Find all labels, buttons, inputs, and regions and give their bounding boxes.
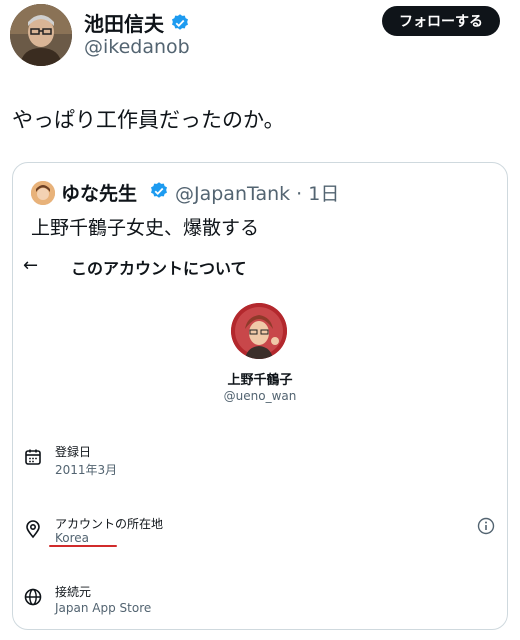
globe-icon [24, 588, 42, 606]
location-pin-icon [26, 520, 40, 539]
back-arrow-icon: ← [23, 255, 39, 276]
tweet-header: 池田信夫 @ikedanob フォローする [0, 0, 520, 70]
about-title: このアカウントについて [71, 259, 247, 278]
location-label: アカウントの所在地 [55, 517, 164, 531]
quoted-tweet-card[interactable]: ゆな先生 @JapanTank · 1日 上野千鶴子女史、爆散する ← このアカ… [12, 162, 508, 630]
profile-handle: @ueno_wan [223, 389, 297, 403]
quoted-handle-time[interactable]: @JapanTank · 1日 [175, 179, 339, 206]
author-handle[interactable]: @ikedanob [84, 36, 190, 58]
profile-name: 上野千鶴子 [227, 373, 293, 388]
verified-badge-icon [151, 182, 167, 198]
info-icon[interactable] [477, 517, 495, 535]
tweet-text: やっぱり工作員だったのか。 [12, 108, 285, 132]
quoted-author-avatar[interactable] [31, 181, 55, 205]
quoted-tweet-text: 上野千鶴子女史、爆散する [31, 217, 260, 239]
verified-badge-icon [172, 13, 188, 30]
follow-button[interactable]: フォローする [382, 6, 500, 36]
red-underline-annotation [49, 545, 117, 547]
location-value: Korea [55, 531, 90, 545]
about-account-screenshot: ← このアカウントについて 上野千鶴子 @ueno_wan 登録日 2011年3… [13, 247, 507, 629]
connected-via-value: Japan App Store [55, 601, 152, 615]
quoted-author-name[interactable]: ゆな先生 [61, 179, 137, 206]
joined-value: 2011年3月 [55, 463, 118, 477]
connected-via-label: 接続元 [55, 585, 92, 599]
author-avatar[interactable] [10, 4, 72, 66]
profile-avatar [231, 303, 287, 359]
joined-label: 登録日 [55, 445, 92, 459]
calendar-icon [25, 449, 41, 465]
author-display-name[interactable]: 池田信夫 [84, 8, 164, 37]
